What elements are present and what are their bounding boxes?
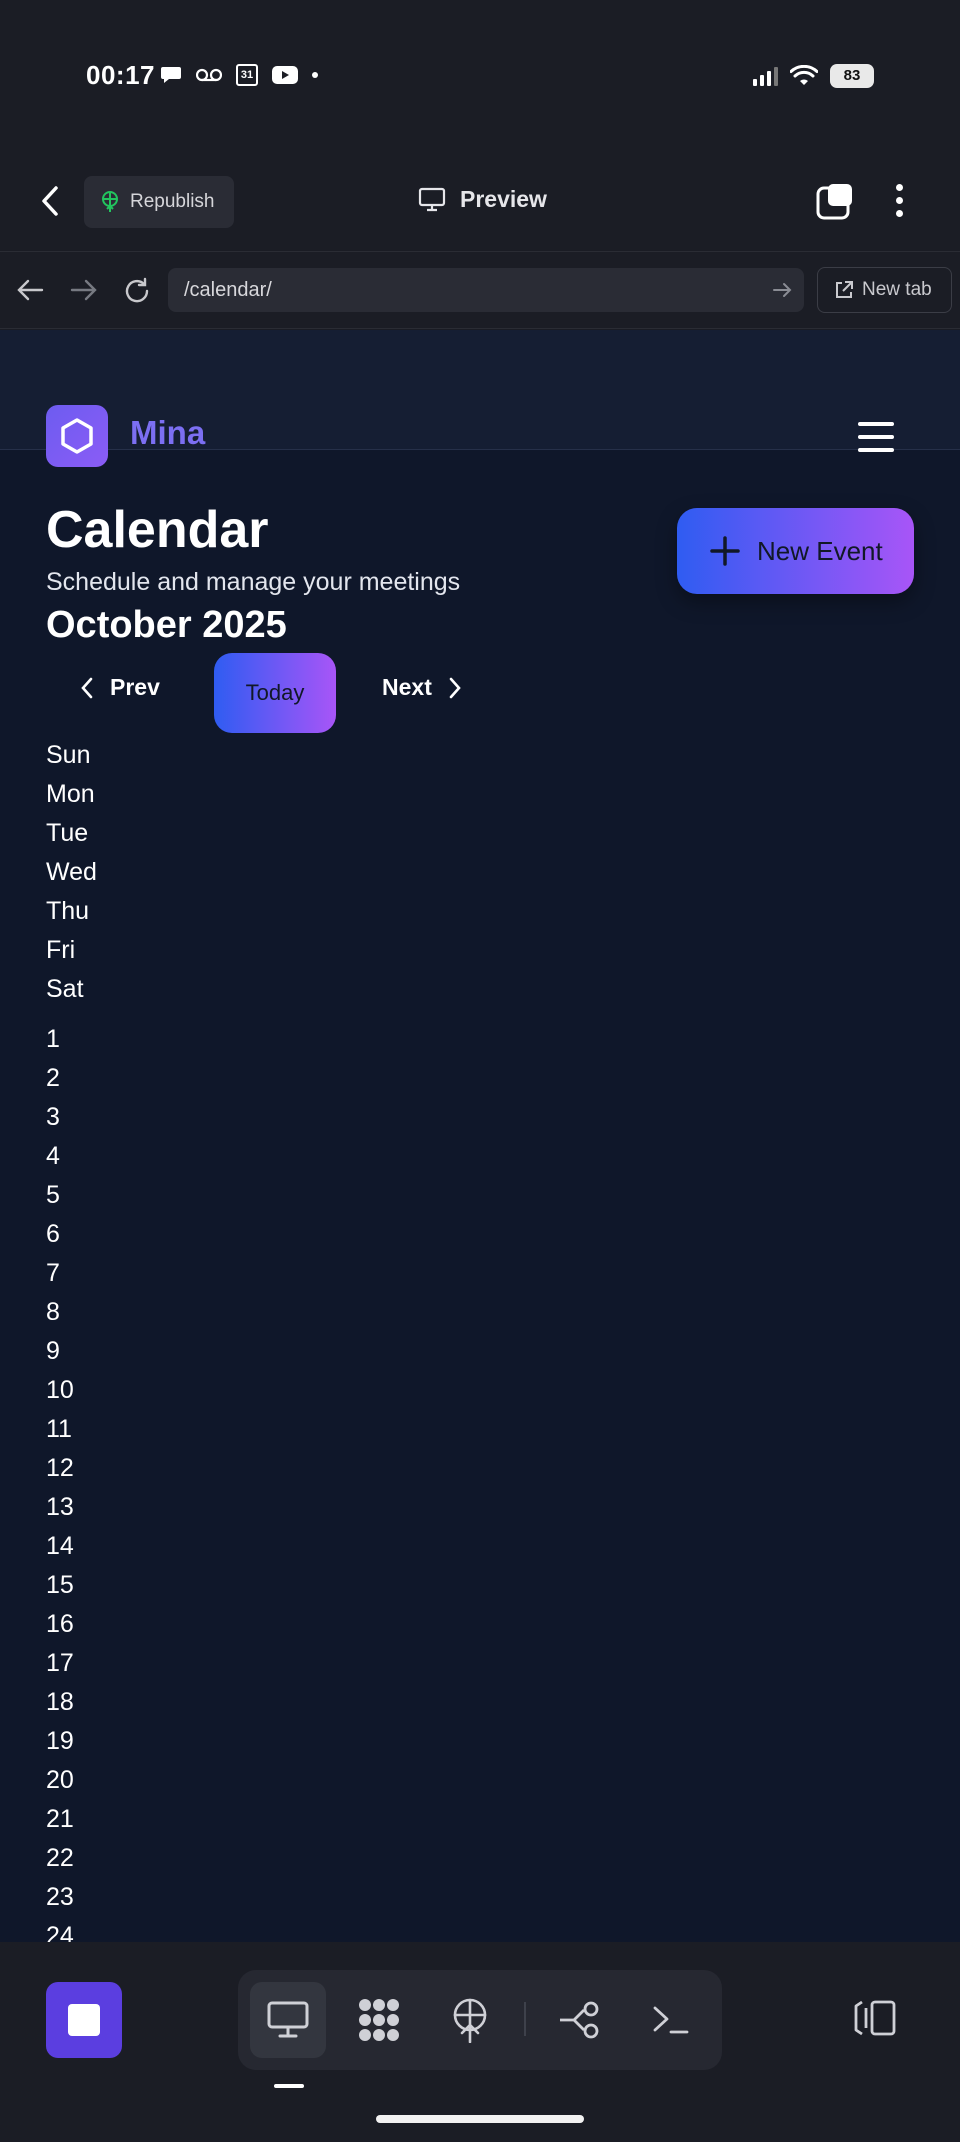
day-cell[interactable]: 7 bbox=[46, 1254, 74, 1293]
url-input[interactable]: /calendar/ bbox=[168, 268, 804, 312]
weekday-label: Mon bbox=[46, 780, 95, 808]
system-icons: 83 bbox=[752, 64, 874, 88]
day-cell[interactable]: 15 bbox=[46, 1566, 74, 1605]
brand-name[interactable]: Mina bbox=[130, 414, 205, 452]
new-tab-button[interactable]: New tab bbox=[817, 267, 952, 313]
day-cell[interactable]: 2 bbox=[46, 1059, 74, 1098]
globe-upload-icon bbox=[102, 191, 118, 212]
terminal-button[interactable] bbox=[633, 1982, 709, 2058]
day-cell[interactable]: 19 bbox=[46, 1722, 74, 1761]
day-cell[interactable]: 21 bbox=[46, 1800, 74, 1839]
panel-layout-icon[interactable] bbox=[852, 1998, 898, 2038]
day-cell[interactable]: 8 bbox=[46, 1293, 74, 1332]
hexagon-icon bbox=[61, 418, 93, 454]
chat-bubble-icon bbox=[161, 67, 181, 83]
day-cell[interactable]: 12 bbox=[46, 1449, 74, 1488]
weekday-label: Fri bbox=[46, 936, 76, 964]
prev-label: Prev bbox=[110, 674, 160, 700]
chevron-left-icon bbox=[81, 677, 93, 698]
new-tab-label: New tab bbox=[862, 279, 932, 300]
stop-button[interactable] bbox=[46, 1982, 122, 2058]
republish-button[interactable]: Republish bbox=[84, 176, 234, 228]
weekday-label: Wed bbox=[46, 858, 97, 886]
voicemail-icon bbox=[196, 68, 222, 82]
youtube-icon bbox=[272, 66, 298, 84]
dot-icon bbox=[312, 72, 318, 78]
new-event-button[interactable]: New Event bbox=[677, 508, 914, 594]
monitor-icon bbox=[418, 187, 446, 211]
active-tab-indicator bbox=[274, 2084, 304, 2088]
desktop-view-button[interactable] bbox=[250, 1982, 326, 2058]
day-list: 1 2 3 4 5 6 7 8 9 10 11 12 13 14 15 16 1… bbox=[46, 1020, 74, 1942]
tabs-icon[interactable] bbox=[816, 182, 856, 222]
site-logo[interactable] bbox=[46, 405, 108, 467]
weekday-label: Sat bbox=[46, 975, 84, 1003]
git-branch-icon bbox=[560, 2001, 599, 2039]
hamburger-menu-icon[interactable] bbox=[858, 422, 894, 452]
day-cell[interactable]: 9 bbox=[46, 1332, 74, 1371]
page-title: Calendar bbox=[46, 501, 269, 559]
back-chevron-icon[interactable] bbox=[40, 184, 62, 218]
day-cell[interactable]: 24 bbox=[46, 1917, 74, 1942]
today-button[interactable]: Today bbox=[214, 653, 336, 733]
tool-divider bbox=[524, 2002, 526, 2036]
day-cell[interactable]: 4 bbox=[46, 1137, 74, 1176]
day-cell[interactable]: 16 bbox=[46, 1605, 74, 1644]
status-time: 00:17 bbox=[86, 60, 155, 90]
weekday-label: Tue bbox=[46, 819, 89, 847]
weekday-label: Thu bbox=[46, 897, 90, 925]
preview-label: Preview bbox=[460, 186, 547, 212]
day-cell[interactable]: 14 bbox=[46, 1527, 74, 1566]
wifi-icon bbox=[790, 65, 818, 85]
day-cell[interactable]: 5 bbox=[46, 1176, 74, 1215]
day-cell[interactable]: 6 bbox=[46, 1215, 74, 1254]
republish-label: Republish bbox=[130, 191, 215, 212]
day-cell[interactable]: 11 bbox=[46, 1410, 74, 1449]
desktop-icon bbox=[267, 2001, 309, 2038]
preview-viewport: Mina Calendar Schedule and manage your m… bbox=[0, 330, 960, 1942]
git-button[interactable] bbox=[543, 1982, 619, 2058]
next-label: Next bbox=[382, 674, 432, 700]
next-month-button[interactable]: Next bbox=[382, 674, 462, 701]
day-cell[interactable]: 3 bbox=[46, 1098, 74, 1137]
day-cell[interactable]: 22 bbox=[46, 1839, 74, 1878]
battery-indicator: 83 bbox=[830, 64, 874, 88]
reload-icon[interactable] bbox=[122, 277, 152, 305]
new-event-label: New Event bbox=[757, 535, 883, 566]
preview-toggle[interactable]: Preview bbox=[418, 186, 547, 213]
chevron-right-icon bbox=[449, 677, 461, 698]
signal-icon bbox=[753, 67, 778, 86]
day-cell[interactable]: 10 bbox=[46, 1371, 74, 1410]
notification-icons: 31 bbox=[160, 64, 318, 86]
day-cell[interactable]: 13 bbox=[46, 1488, 74, 1527]
browser-forward-icon[interactable] bbox=[70, 277, 98, 303]
weekday-label: Sun bbox=[46, 741, 91, 769]
weekday-list: Sun Mon Tue Wed Thu Fri Sat bbox=[46, 736, 97, 1009]
deploy-button[interactable] bbox=[432, 1982, 508, 2058]
plus-icon bbox=[710, 536, 740, 566]
day-cell[interactable]: 17 bbox=[46, 1644, 74, 1683]
external-link-icon bbox=[836, 281, 853, 298]
deploy-icon bbox=[453, 1998, 487, 2043]
ai-agent-button[interactable] bbox=[341, 1982, 417, 2058]
go-arrow-icon[interactable] bbox=[772, 280, 794, 300]
terminal-icon bbox=[653, 2006, 689, 2034]
prev-month-button[interactable]: Prev bbox=[80, 674, 160, 701]
page-subtitle: Schedule and manage your meetings bbox=[46, 568, 461, 596]
day-cell[interactable]: 1 bbox=[46, 1020, 74, 1059]
day-cell[interactable]: 18 bbox=[46, 1683, 74, 1722]
day-cell[interactable]: 23 bbox=[46, 1878, 74, 1917]
home-indicator bbox=[376, 2115, 584, 2123]
calendar-icon: 31 bbox=[236, 64, 258, 86]
stop-icon bbox=[68, 2004, 100, 2036]
browser-back-icon[interactable] bbox=[16, 277, 44, 303]
calendar-badge: 31 bbox=[240, 69, 254, 81]
more-options-icon[interactable] bbox=[896, 184, 903, 217]
day-cell[interactable]: 20 bbox=[46, 1761, 74, 1800]
month-label: October 2025 bbox=[46, 604, 287, 646]
sparkle-icon bbox=[359, 1999, 399, 2041]
